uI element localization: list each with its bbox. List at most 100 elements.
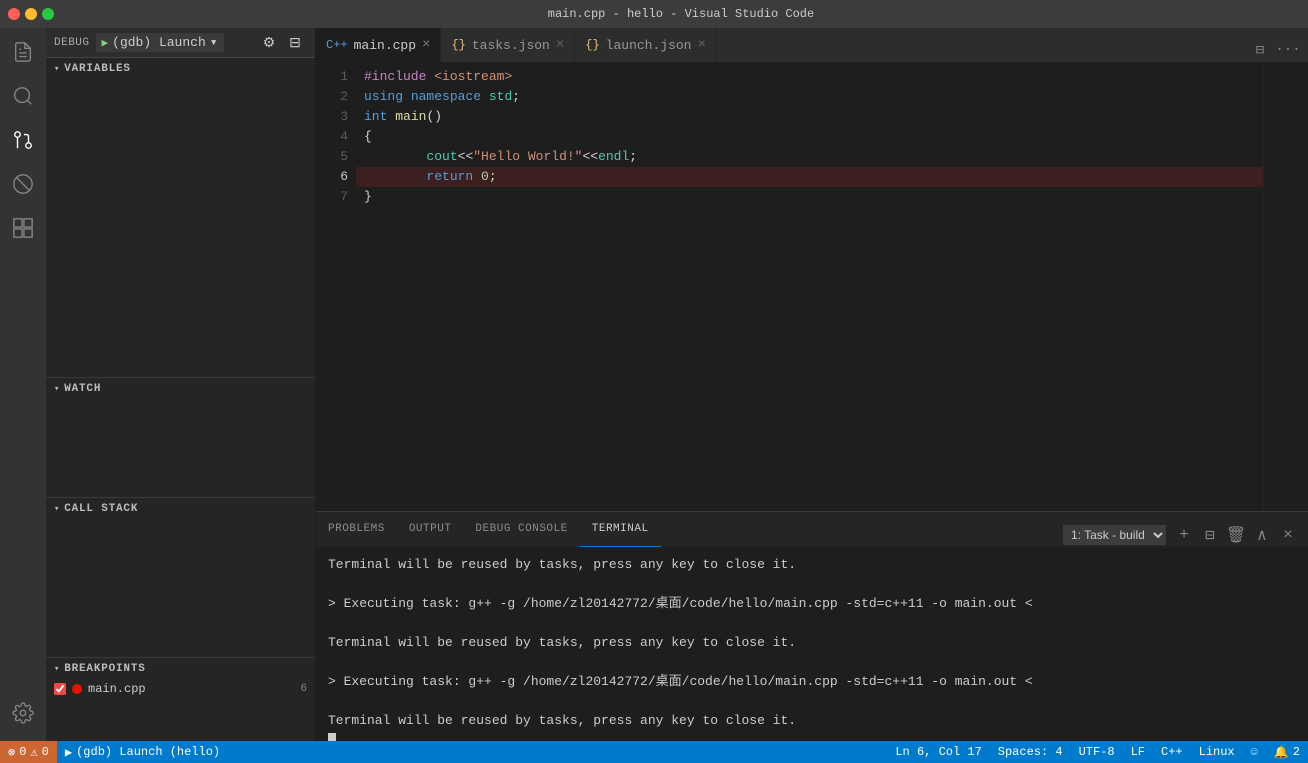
traffic-lights <box>8 8 54 20</box>
status-notifications[interactable]: 🔔 2 <box>1266 741 1308 763</box>
variables-header[interactable]: ▾ VARIABLES <box>46 58 315 80</box>
code-line-5: cout << "Hello World!" << endl ; <box>356 147 1263 167</box>
watch-header[interactable]: ▾ WATCH <box>46 378 315 400</box>
terminal-content[interactable]: Terminal will be reused by tasks, press … <box>316 547 1308 741</box>
line-num-1: 1 <box>324 67 348 87</box>
variables-label: VARIABLES <box>64 63 131 75</box>
line-num-6: 6 <box>324 167 348 187</box>
debug-gear-button[interactable]: ⚙ <box>257 31 281 55</box>
token-int: int <box>364 107 387 127</box>
minimap <box>1263 63 1308 511</box>
code-editor[interactable]: 1 2 3 4 5 6 7 #include <iostream> <box>316 63 1308 511</box>
tab-launch-json[interactable]: {} launch.json × <box>575 28 717 62</box>
status-errors[interactable]: ⊗ 0 ⚠ 0 <box>0 741 57 763</box>
status-spaces[interactable]: Spaces: 4 <box>990 741 1071 763</box>
code-line-1: #include <iostream> <box>356 67 1263 87</box>
callstack-header[interactable]: ▾ CALL STACK <box>46 498 315 520</box>
debug-session-name: (gdb) Launch <box>112 35 206 50</box>
code-line-4: { <box>356 127 1263 147</box>
terminal-line-7: > Executing task: g++ -g /home/zl2014277… <box>328 672 1296 692</box>
code-lines: #include <iostream> using namespace std … <box>356 63 1263 511</box>
breakpoint-checkbox[interactable] <box>54 683 66 695</box>
watch-label: WATCH <box>64 383 101 395</box>
debug-label: DEBUG <box>54 37 90 49</box>
watch-section: ▾ WATCH <box>46 378 315 498</box>
status-right: Ln 6, Col 17 Spaces: 4 UTF-8 LF C++ Linu… <box>887 741 1308 763</box>
terminal-line-8 <box>328 692 1296 712</box>
status-eol[interactable]: LF <box>1123 741 1153 763</box>
panel-tab-problems[interactable]: PROBLEMS <box>316 512 397 547</box>
status-debug-session[interactable]: ▶ (gdb) Launch (hello) <box>57 741 228 763</box>
breakpoint-dot <box>72 684 82 694</box>
token-cout: cout <box>426 147 457 167</box>
trash-terminal-button[interactable]: 🗑 <box>1224 523 1248 547</box>
tab-close-launch[interactable]: × <box>698 37 706 53</box>
panel-tab-actions: 1: Task - build + ⊟ 🗑 ∧ × <box>1063 523 1308 547</box>
debug-session-chevron: ▾ <box>210 35 218 50</box>
split-editor-button[interactable]: ⊟ <box>1248 38 1272 62</box>
panel-tab-terminal[interactable]: TERMINAL <box>580 512 661 547</box>
close-panel-button[interactable]: × <box>1276 523 1300 547</box>
terminal-line-5: Terminal will be reused by tasks, press … <box>328 633 1296 653</box>
token-brace-open: { <box>364 127 372 147</box>
editor-area: C++ main.cpp × {} tasks.json × {} launch… <box>316 28 1308 741</box>
warning-icon: ⚠ <box>30 745 37 760</box>
breakpoints-header[interactable]: ▾ BREAKPOINTS <box>46 658 315 680</box>
encoding-text: UTF-8 <box>1079 745 1115 759</box>
callstack-section: ▾ CALL STACK <box>46 498 315 658</box>
token-shift-1: << <box>458 147 474 167</box>
play-status-icon: ▶ <box>65 745 72 760</box>
debug-controls: ⚙ ⊟ <box>257 31 307 55</box>
activity-debug[interactable] <box>3 164 43 204</box>
variables-chevron: ▾ <box>54 64 60 74</box>
feedback-icon: ☺ <box>1251 745 1258 759</box>
status-encoding[interactable]: UTF-8 <box>1071 741 1123 763</box>
terminal-select[interactable]: 1: Task - build <box>1063 525 1166 545</box>
split-terminal-button[interactable]: ⊟ <box>1198 523 1222 547</box>
activity-git[interactable] <box>3 120 43 160</box>
token-zero: 0 <box>481 167 489 187</box>
token-brace-close: } <box>364 187 372 207</box>
status-position[interactable]: Ln 6, Col 17 <box>887 741 989 763</box>
maximize-panel-button[interactable]: ∧ <box>1250 523 1274 547</box>
more-tabs-button[interactable]: ··· <box>1276 38 1300 62</box>
new-terminal-button[interactable]: + <box>1172 523 1196 547</box>
eol-text: LF <box>1131 745 1145 759</box>
token-endl: endl <box>598 147 629 167</box>
panel-tab-output[interactable]: OUTPUT <box>397 512 464 547</box>
error-count: 0 <box>19 745 26 759</box>
activity-explorer[interactable] <box>3 32 43 72</box>
token-shift-2: << <box>582 147 598 167</box>
play-icon: ▶ <box>102 36 109 50</box>
tab-close-main-cpp[interactable]: × <box>422 37 430 53</box>
status-os[interactable]: Linux <box>1191 741 1243 763</box>
callstack-chevron: ▾ <box>54 504 60 514</box>
token-main: main <box>395 107 426 127</box>
spaces-text: Spaces: 4 <box>998 745 1063 759</box>
callstack-content <box>46 520 315 657</box>
status-feedback[interactable]: ☺ <box>1243 741 1266 763</box>
token-iostream: <iostream> <box>434 67 512 87</box>
tab-close-tasks[interactable]: × <box>556 37 564 53</box>
debug-layout-button[interactable]: ⊟ <box>283 31 307 55</box>
close-button[interactable] <box>8 8 20 20</box>
status-bar: ⊗ 0 ⚠ 0 ▶ (gdb) Launch (hello) Ln 6, Col… <box>0 741 1308 763</box>
status-language[interactable]: C++ <box>1153 741 1191 763</box>
activity-settings[interactable] <box>3 693 43 733</box>
maximize-button[interactable] <box>42 8 54 20</box>
tab-label-main-cpp: main.cpp <box>354 38 416 53</box>
tab-main-cpp[interactable]: C++ main.cpp × <box>316 28 441 62</box>
breakpoint-item[interactable]: main.cpp 6 <box>46 680 315 698</box>
panel-tab-debug-console[interactable]: DEBUG CONSOLE <box>463 512 579 547</box>
tab-icon-launch: {} <box>585 38 599 52</box>
main-layout: DEBUG ▶ (gdb) Launch ▾ ⚙ ⊟ ▾ VARIABLES ▾ <box>0 28 1308 741</box>
terminal-line-4 <box>328 614 1296 634</box>
debug-bar: DEBUG ▶ (gdb) Launch ▾ ⚙ ⊟ <box>46 28 315 58</box>
activity-search[interactable] <box>3 76 43 116</box>
debug-session[interactable]: ▶ (gdb) Launch ▾ <box>96 33 224 52</box>
tab-tasks-json[interactable]: {} tasks.json × <box>441 28 575 62</box>
minimize-button[interactable] <box>25 8 37 20</box>
line-num-4: 4 <box>324 127 348 147</box>
activity-extensions[interactable] <box>3 208 43 248</box>
os-text: Linux <box>1199 745 1235 759</box>
